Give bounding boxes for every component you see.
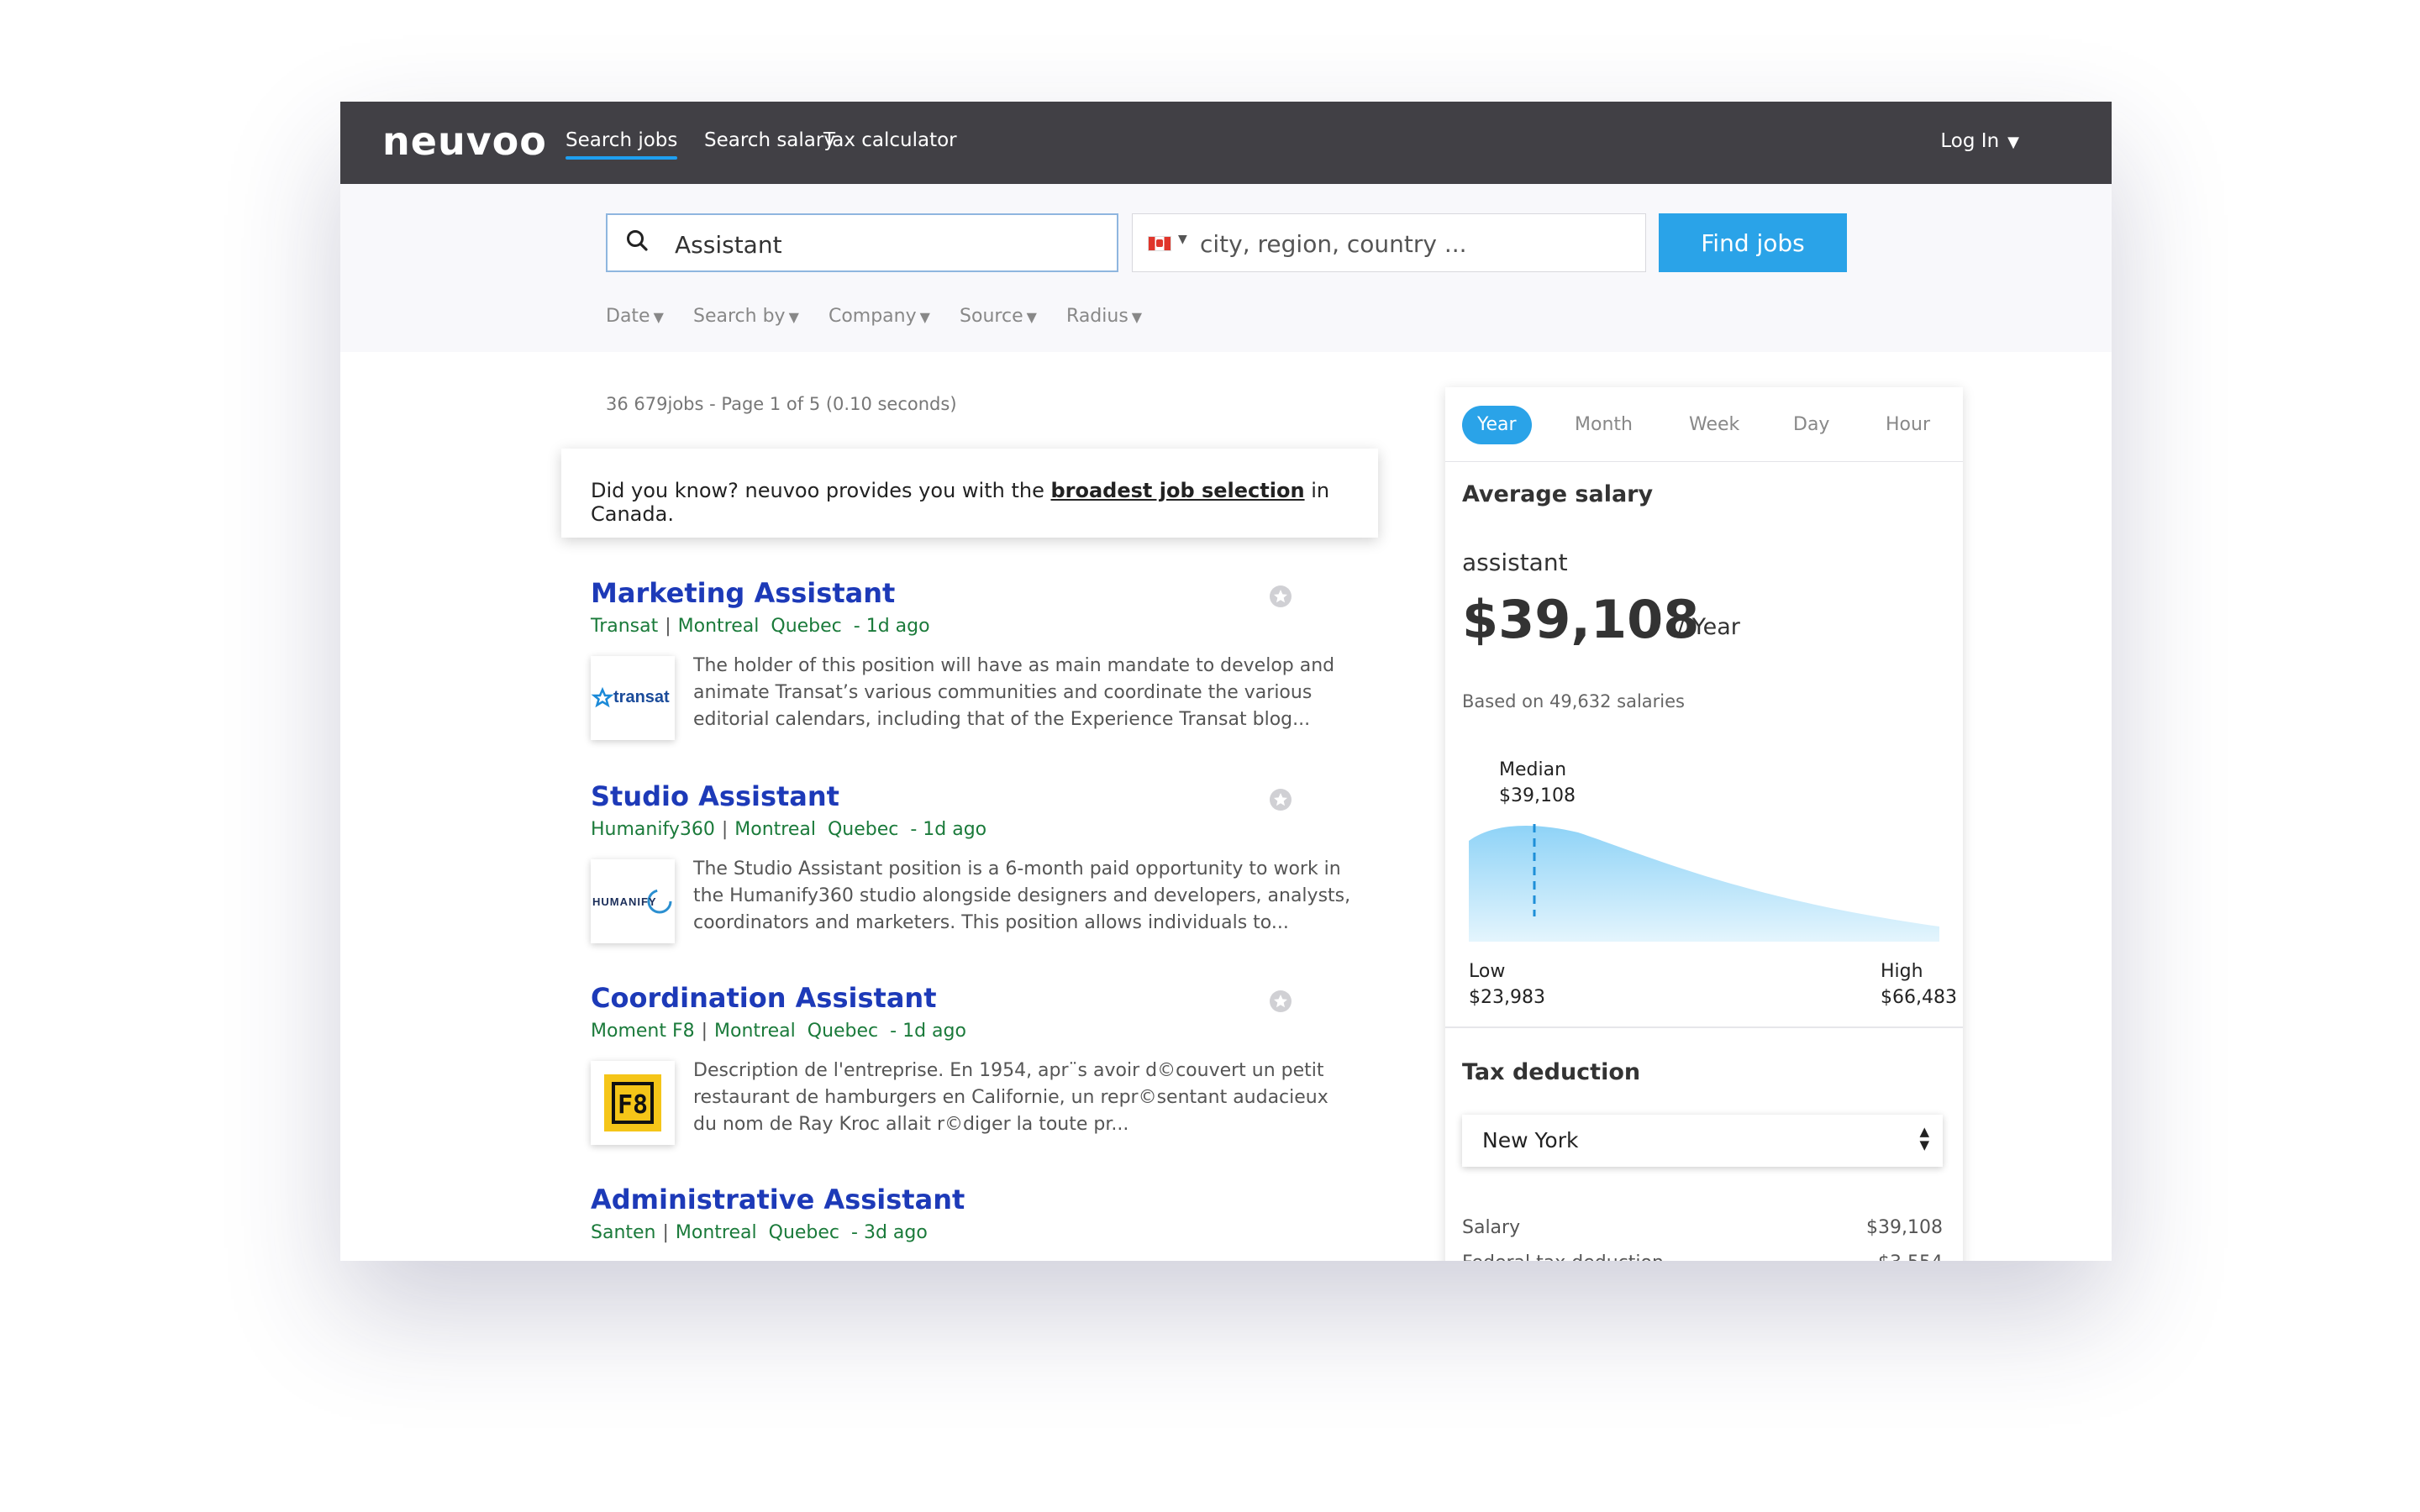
job-meta: Humanify360 | Montreal Quebec - 1d ago: [591, 819, 987, 840]
salary-sample-size: Based on 49,632 salaries: [1462, 691, 1685, 711]
nav-search-salary[interactable]: Search salary: [704, 129, 835, 151]
job-city[interactable]: Montreal: [678, 616, 760, 637]
tab-month[interactable]: Month: [1575, 406, 1633, 444]
distribution-area: [1469, 825, 1939, 942]
job-age: - 1d ago: [853, 616, 930, 637]
save-star-icon[interactable]: [1270, 789, 1292, 811]
average-salary-heading: Average salary: [1462, 481, 1654, 507]
high-value: $66,483: [1881, 987, 1957, 1008]
nav-tax-calculator[interactable]: Tax calculator: [823, 129, 957, 151]
login-menu[interactable]: Log In ▼: [1940, 130, 2019, 152]
job-region[interactable]: Quebec: [808, 1021, 878, 1042]
svg-text:transat: transat: [613, 688, 670, 706]
job-company[interactable]: Transat: [591, 616, 658, 637]
caret-down-icon: ▼: [2007, 134, 2019, 151]
salary-period: / Year: [1677, 614, 1740, 640]
tip-text: Did you know? neuvoo provides you with t…: [591, 479, 1051, 502]
job-meta: Santen | Montreal Quebec - 3d ago: [591, 1222, 928, 1243]
filter-source[interactable]: Source ▼: [960, 306, 1037, 327]
tab-week[interactable]: Week: [1689, 406, 1739, 444]
top-nav: neuvoo Search jobs Search salary Tax cal…: [340, 102, 2112, 184]
job-company[interactable]: Santen: [591, 1222, 656, 1243]
job-age: - 3d ago: [851, 1222, 928, 1243]
location-input[interactable]: [1198, 223, 1630, 265]
svg-text:HUMANIFY: HUMANIFY: [592, 895, 657, 908]
keyword-input[interactable]: [673, 223, 1097, 265]
job-city[interactable]: Montreal: [676, 1222, 757, 1243]
tab-hour[interactable]: Hour: [1886, 406, 1930, 444]
neuvoo-logo[interactable]: neuvoo: [382, 118, 547, 164]
filter-company[interactable]: Company ▼: [829, 306, 930, 327]
job-age: - 1d ago: [890, 1021, 966, 1042]
median-value: $39,108: [1499, 785, 1576, 806]
job-city[interactable]: Montreal: [714, 1021, 796, 1042]
save-star-icon[interactable]: [1270, 585, 1292, 607]
tab-day[interactable]: Day: [1793, 406, 1829, 444]
job-description: Description de l'entreprise. En 1954, ap…: [693, 1060, 1328, 1135]
tax-row-label: Salary: [1462, 1217, 1521, 1238]
find-jobs-button[interactable]: Find jobs: [1659, 213, 1847, 272]
search-icon: [627, 230, 648, 251]
high-label: High $66,483: [1881, 958, 1957, 1011]
median-label: Median $39,108: [1499, 757, 1576, 809]
svg-text:F8: F8: [618, 1090, 648, 1120]
job-description: The holder of this position will have as…: [693, 655, 1335, 730]
search-area: ▼ Find jobs Date▼ Search by▼ Company▼ So…: [340, 184, 2112, 353]
job-region[interactable]: Quebec: [771, 616, 841, 637]
tax-row-label: Federal tax deduction: [1462, 1252, 1664, 1261]
tip-link[interactable]: broadest job selection: [1050, 479, 1304, 502]
job-meta: Moment F8 | Montreal Quebec - 1d ago: [591, 1021, 966, 1042]
state-select-value: New York: [1482, 1128, 1579, 1152]
nav-search-jobs[interactable]: Search jobs: [566, 129, 678, 160]
salary-amount: $39,108: [1462, 589, 1700, 650]
filter-bar: Date ▼ Search by ▼ Company ▼ Source ▼ Radius…: [606, 306, 1167, 327]
keyword-search-box[interactable]: [606, 213, 1118, 272]
job-age: - 1d ago: [910, 819, 987, 840]
save-star-icon[interactable]: [1270, 990, 1292, 1012]
period-tabs: Year Month Week Day Hour: [1445, 387, 1963, 462]
job-title[interactable]: Coordination Assistant: [591, 982, 937, 1014]
low-value: $23,983: [1469, 987, 1545, 1008]
results-meta: 36 679jobs - Page 1 of 5 (0.10 seconds): [606, 394, 957, 414]
tax-row: Salary $39,108: [1462, 1217, 1943, 1238]
state-select[interactable]: New York ▲ ▼: [1462, 1115, 1943, 1167]
salary-role: assistant: [1462, 549, 1568, 576]
tax-deduction-heading: Tax deduction: [1462, 1059, 1641, 1085]
location-search-box[interactable]: ▼: [1132, 213, 1646, 272]
filter-search-by[interactable]: Search by ▼: [693, 306, 799, 327]
flag-caret-icon[interactable]: ▼: [1178, 233, 1187, 246]
job-description: The Studio Assistant position is a 6-mon…: [693, 858, 1351, 933]
job-region[interactable]: Quebec: [828, 819, 898, 840]
job-region[interactable]: Quebec: [769, 1222, 839, 1243]
job-city[interactable]: Montreal: [734, 819, 816, 840]
company-logo-transat: transat: [591, 656, 675, 740]
job-title[interactable]: Studio Assistant: [591, 780, 839, 812]
tax-row-value: $3,554: [1878, 1252, 1943, 1261]
job-meta: Transat | Montreal Quebec - 1d ago: [591, 616, 930, 637]
browser-frame: neuvoo Search jobs Search salary Tax cal…: [340, 102, 2112, 1261]
job-company[interactable]: Moment F8: [591, 1021, 695, 1042]
job-title[interactable]: Administrative Assistant: [591, 1184, 965, 1215]
company-logo-moment-f8: F8: [591, 1061, 675, 1145]
filter-radius[interactable]: Radius ▼: [1066, 306, 1142, 327]
salary-distribution-curve: [1469, 824, 1939, 942]
job-company[interactable]: Humanify360: [591, 819, 715, 840]
canada-flag-icon[interactable]: [1148, 236, 1171, 251]
tax-row: Federal tax deduction $3,554: [1462, 1252, 1943, 1261]
company-logo-humanify: HUMANIFY: [591, 859, 675, 943]
job-title[interactable]: Marketing Assistant: [591, 577, 895, 609]
card-divider: [1445, 1026, 1963, 1028]
info-banner: Did you know? neuvoo provides you with t…: [561, 449, 1378, 538]
login-label: Log In: [1940, 130, 2000, 152]
select-arrows-icon: ▲ ▼: [1919, 1124, 1929, 1152]
filter-date[interactable]: Date ▼: [606, 306, 664, 327]
main-content: 36 679jobs - Page 1 of 5 (0.10 seconds) …: [340, 352, 2112, 1261]
tax-row-value: $39,108: [1866, 1217, 1943, 1238]
salary-card: Year Month Week Day Hour Average salary …: [1445, 387, 1963, 1261]
tab-year[interactable]: Year: [1462, 406, 1532, 444]
low-label: Low $23,983: [1469, 958, 1545, 1011]
